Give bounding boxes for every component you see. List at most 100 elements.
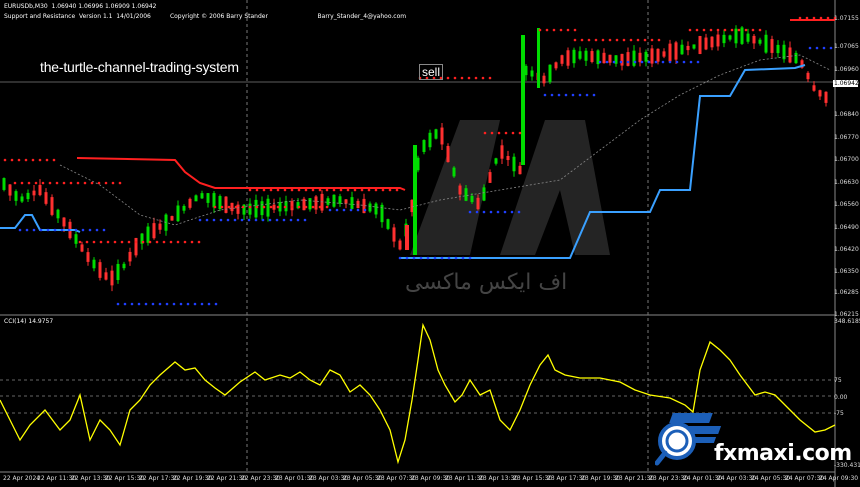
support-dot (179, 302, 183, 306)
resistance-dot (332, 188, 336, 192)
resistance-dot (69, 181, 73, 185)
resistance-dot (594, 38, 598, 42)
resistance-dot (636, 38, 640, 42)
candle-body (314, 196, 318, 210)
support-dot (240, 218, 244, 222)
candle-body (80, 244, 84, 252)
support-dot (482, 210, 486, 214)
support-dot (419, 256, 423, 260)
candle-body (104, 272, 108, 280)
support-dot (822, 46, 826, 50)
price-tick: 1.06630 (834, 179, 859, 186)
candle-body (548, 64, 552, 82)
candle-body (746, 33, 750, 42)
support-dot (633, 60, 637, 64)
support-dot (46, 228, 50, 232)
candle-body (44, 192, 48, 204)
candle-body (413, 145, 417, 255)
resistance-dot (580, 38, 584, 42)
candle-body (566, 50, 570, 66)
resistance-dot (339, 188, 343, 192)
resistance-dot (83, 181, 87, 185)
support-dot (53, 228, 57, 232)
resistance-dot (104, 181, 108, 185)
support-dot (405, 256, 409, 260)
candle-body (602, 52, 606, 64)
resistance-dot (751, 28, 755, 32)
resistance-dot (276, 205, 280, 209)
time-tick: 22 Apr 2024 (3, 475, 41, 482)
price-tick: 1.06285 (834, 289, 859, 296)
resistance-dot (483, 131, 487, 135)
resistance-dot (388, 188, 392, 192)
support-dot (268, 218, 272, 222)
resistance-dot (311, 205, 315, 209)
candle-body (158, 223, 162, 230)
candle-body (824, 91, 828, 103)
candle-body (194, 195, 198, 202)
resistance-dot (262, 188, 266, 192)
price-tick: 1.07155 (834, 15, 859, 22)
candle-body (764, 34, 768, 53)
price-tick: 1.06960 (834, 66, 859, 73)
resistance-dot (41, 181, 45, 185)
resistance-dot (213, 205, 217, 209)
support-dot (172, 302, 176, 306)
support-dot (815, 46, 819, 50)
candle-body (128, 251, 132, 262)
resistance-dot (111, 181, 115, 185)
support-dot (130, 302, 134, 306)
support-dot (296, 218, 300, 222)
resistance-dot (702, 28, 706, 32)
support-dot (647, 60, 651, 64)
candle-body (537, 28, 540, 88)
support-dot (412, 256, 416, 260)
candle-body (488, 172, 492, 183)
resistance-dot (62, 181, 66, 185)
resistance-dot (85, 240, 89, 244)
candle-body (50, 197, 54, 215)
candle-body (452, 167, 456, 177)
resistance-dot (446, 76, 450, 80)
resistance-dot (97, 181, 101, 185)
resistance-dot (467, 76, 471, 80)
support-dot (398, 256, 402, 260)
resistance-dot (650, 38, 654, 42)
candle-body (14, 191, 18, 201)
candle-body (116, 263, 120, 281)
support-dot (468, 256, 472, 260)
resistance-dot (826, 16, 830, 20)
support-dot (335, 208, 339, 212)
resistance-dot (297, 205, 301, 209)
support-dot (489, 210, 493, 214)
watermark-shape (500, 120, 610, 255)
candle-body (170, 216, 174, 221)
resistance-dot (798, 16, 802, 20)
resistance-dot (490, 131, 494, 135)
resistance-dot (24, 158, 28, 162)
support-dot (363, 208, 367, 212)
candle-body (98, 262, 102, 278)
candle-body (716, 34, 720, 47)
resistance-dot (474, 76, 478, 80)
candle-body (428, 132, 432, 148)
candle-body (752, 35, 756, 44)
chart-window[interactable]: EURUSDb,M30 1.06940 1.06996 1.06909 1.06… (0, 0, 860, 487)
candle-body (248, 203, 252, 215)
candle-body (662, 51, 666, 57)
candle-body (728, 35, 732, 40)
candle-body (134, 237, 138, 256)
candle-body (638, 52, 642, 63)
candle-body (206, 193, 210, 203)
cci-tick: 348.6185 (834, 318, 860, 325)
candle-body (212, 193, 216, 208)
support-dot (186, 302, 190, 306)
resistance-dot (622, 38, 626, 42)
support-dot (605, 60, 609, 64)
resistance-dot (248, 188, 252, 192)
candle-body (92, 259, 96, 269)
resistance-dot (311, 188, 315, 192)
candle-body (260, 201, 264, 216)
candle-body (405, 225, 409, 250)
candle-body (38, 184, 42, 196)
